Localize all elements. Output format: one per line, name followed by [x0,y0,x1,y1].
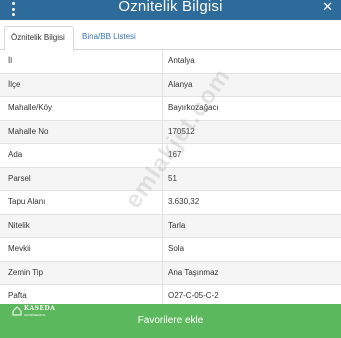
column-divider [162,120,163,143]
table-row: Mahalle/Köy Bayırkozağacı [0,97,341,121]
close-icon[interactable]: ✕ [322,0,333,13]
row-label: Tapu Alanı [8,197,46,206]
tab-oznitelik-bilgisi[interactable]: Öznitelik Bilgisi [4,26,74,51]
row-value: Bayırkozağacı [168,103,219,112]
row-value: Sola [168,244,185,253]
column-divider [162,167,163,190]
column-divider [162,50,163,73]
row-label: Ada [8,150,23,159]
table-row: Ada 167 [0,144,341,168]
column-divider [162,73,163,96]
column-divider [162,238,163,261]
column-divider [162,144,163,167]
logo-subtext: GAYRİMENKUL [24,313,46,317]
row-value: Tarla [168,220,186,230]
row-value: Antalya [168,56,195,65]
table-row: İlçe Alanya [0,73,341,97]
table-row: Mevkii Sola [0,238,341,262]
column-divider [162,97,163,120]
logo-text: KASEDA [24,305,56,312]
row-label: Mahalle No [8,126,49,136]
tab-bina-bb-listesi[interactable]: Bina/BB Listesi [76,26,142,50]
table-row: Nitelik Tarla [0,214,341,238]
row-value: 51 [168,173,177,183]
column-divider [162,214,163,237]
table-row: Parsel 51 [0,167,341,191]
column-divider [162,261,163,284]
row-value: 167 [168,150,182,159]
row-value: 170512 [168,126,195,136]
agency-logo: KASEDA GAYRİMENKUL [12,304,62,322]
attribute-table: İl Antalya İlçe Alanya Mahalle/Köy Bayır… [0,50,341,309]
table-row: İl Antalya [0,50,341,74]
row-value: Alanya [168,79,193,89]
modal-title: Öznitelik Bilgisi [118,0,223,15]
row-value: Ana Taşınmaz [168,267,219,277]
modal-footer: Favorilere ekle KASEDA GAYRİMENKUL [0,304,341,338]
house-logo-icon [12,306,22,316]
row-label: İlçe [8,79,21,89]
modal-header: Öznitelik Bilgisi ✕ [0,0,341,20]
row-label: Mevkii [8,244,31,253]
row-label: Mahalle/Köy [8,103,53,112]
row-value: 3.630,32 [168,197,200,206]
tab-bar: Öznitelik Bilgisi Bina/BB Listesi [0,26,341,51]
row-label: Parsel [8,173,31,183]
row-label: Zemin Tip [8,267,44,277]
table-row: Zemin Tip Ana Taşınmaz [0,261,341,285]
row-label: Nitelik [8,220,30,230]
table-row: Mahalle No 170512 [0,120,341,144]
table-row: Tapu Alanı 3.630,32 [0,191,341,215]
column-divider [162,191,163,214]
row-label: İl [8,56,12,65]
